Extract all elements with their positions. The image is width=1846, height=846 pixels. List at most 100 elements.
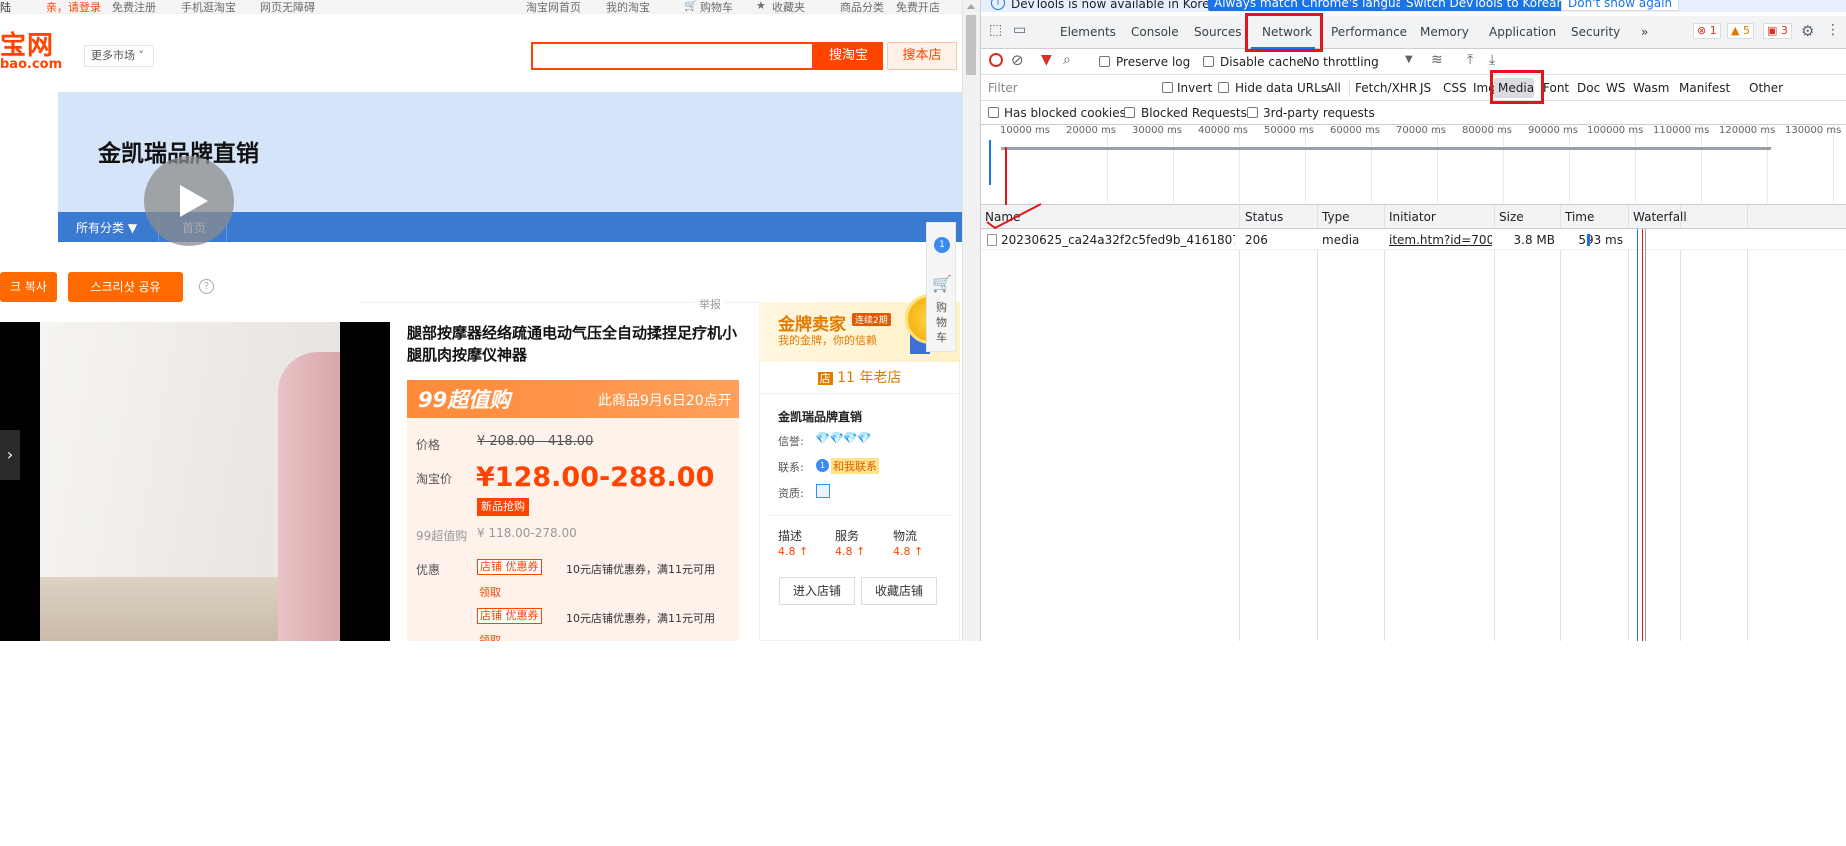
column-time[interactable]: Time: [1565, 210, 1594, 224]
table-scrollbar[interactable]: [1834, 410, 1846, 846]
disable-cache-checkbox[interactable]: [1203, 56, 1214, 67]
blocked-cookies-checkbox[interactable]: [988, 107, 999, 118]
column-status[interactable]: Status: [1245, 210, 1283, 224]
filter-css[interactable]: CSS: [1443, 81, 1467, 95]
dont-show-again-button[interactable]: Don't show again: [1561, 0, 1680, 11]
waterfall-bar[interactable]: [1587, 234, 1590, 246]
column-size[interactable]: Size: [1499, 210, 1524, 224]
column-type[interactable]: Type: [1322, 210, 1350, 224]
third-party-checkbox[interactable]: [1247, 107, 1258, 118]
side-badge[interactable]: 1: [934, 237, 950, 253]
register-link[interactable]: 免费注册: [112, 0, 156, 15]
warning-count-badge[interactable]: ▲ 5: [1727, 23, 1754, 39]
request-name[interactable]: 20230625_ca24a32f2c5fed9b_4161807440...: [1001, 233, 1235, 247]
free-shop-link[interactable]: 免费开店: [896, 0, 940, 15]
tab-performance[interactable]: Performance: [1331, 25, 1407, 39]
scrollbar-thumb[interactable]: [966, 15, 976, 75]
share-screenshot-button[interactable]: 스크리샷 공유: [68, 272, 183, 302]
accessible-link[interactable]: 网页无障碍: [260, 0, 315, 15]
filter-all[interactable]: All: [1326, 81, 1341, 95]
always-match-language-button[interactable]: Always match Chrome's language: [1208, 0, 1424, 11]
taobao-logo[interactable]: 宝网 bao.com: [0, 32, 62, 72]
filter-input[interactable]: Filter: [983, 78, 1148, 98]
blocked-requests-checkbox[interactable]: [1124, 107, 1135, 118]
my-taobao-link[interactable]: 我的淘宝: [606, 0, 650, 15]
cart-icon[interactable]: 🛒: [684, 0, 698, 12]
tab-application[interactable]: Application: [1489, 25, 1556, 39]
cart-link[interactable]: 购物车: [700, 0, 733, 15]
device-toolbar-icon[interactable]: ▭: [1013, 22, 1026, 38]
filter-doc[interactable]: Doc: [1577, 81, 1600, 95]
filter-js[interactable]: JS: [1420, 81, 1431, 95]
report-link[interactable]: 举报: [695, 296, 725, 312]
tab-sources[interactable]: Sources: [1194, 25, 1241, 39]
search-input[interactable]: [531, 42, 814, 70]
page-scrollbar[interactable]: [962, 0, 980, 641]
more-options-icon[interactable]: ⋮: [1826, 22, 1840, 38]
new-product-tag: 新品抢购: [477, 498, 529, 516]
switch-to-korean-button[interactable]: Switch DevTools to Korean: [1400, 0, 1571, 11]
more-tabs-icon[interactable]: »: [1641, 25, 1648, 39]
copy-link-button[interactable]: 크 복사: [0, 272, 57, 302]
network-overview-timeline[interactable]: 10000 ms 20000 ms 30000 ms 40000 ms 5000…: [981, 125, 1846, 205]
side-cart-label[interactable]: 购物车: [936, 300, 948, 345]
hide-data-urls-checkbox[interactable]: [1218, 82, 1229, 93]
mobile-link[interactable]: 手机逛淘宝: [181, 0, 236, 15]
taobao-home-link[interactable]: 淘宝网首页: [526, 0, 581, 15]
filter-other[interactable]: Other: [1749, 81, 1783, 95]
table-row[interactable]: 20230625_ca24a32f2c5fed9b_4161807440... …: [981, 229, 1846, 250]
logo-text: 宝网: [0, 31, 55, 61]
tab-security[interactable]: Security: [1571, 25, 1620, 39]
nav-all-categories[interactable]: 所有分类 ▼: [76, 219, 137, 236]
preserve-log-checkbox[interactable]: [1099, 56, 1110, 67]
filter-funnel-icon[interactable]: ▼: [1041, 52, 1052, 68]
throttling-select[interactable]: No throttling: [1303, 55, 1379, 69]
card-shop-name[interactable]: 金凯瑞品牌直销: [778, 408, 862, 425]
error-count: 1: [1709, 24, 1717, 37]
contact-link[interactable]: 和我联系: [831, 458, 879, 474]
network-conditions-icon[interactable]: ≋: [1431, 52, 1443, 68]
grid-line: [1371, 125, 1372, 205]
column-divider: [1239, 205, 1240, 641]
qualification-icon[interactable]: [816, 484, 830, 498]
filter-manifest[interactable]: Manifest: [1679, 81, 1730, 95]
request-initiator-link[interactable]: item.htm?id=700483...: [1389, 233, 1492, 247]
filter-ws[interactable]: WS: [1606, 81, 1625, 95]
invert-checkbox[interactable]: [1162, 82, 1173, 93]
search-icon[interactable]: ⌕: [1063, 52, 1071, 68]
tab-elements[interactable]: Elements: [1060, 25, 1116, 39]
settings-gear-icon[interactable]: ⚙: [1801, 22, 1814, 40]
search-shop-button[interactable]: 搜本店: [887, 42, 957, 70]
column-initiator[interactable]: Initiator: [1389, 210, 1436, 224]
categories-link[interactable]: 商品分类: [840, 0, 884, 15]
product-video[interactable]: [0, 322, 390, 641]
clear-icon[interactable]: ⊘: [1011, 51, 1024, 69]
tab-memory[interactable]: Memory: [1420, 25, 1469, 39]
export-har-icon[interactable]: ⤓: [1489, 52, 1495, 68]
filter-bar: Filter Invert Hide data URLs All Fetch/X…: [981, 75, 1846, 101]
filter-font[interactable]: Font: [1543, 81, 1569, 95]
coupon-get-link[interactable]: 领取: [479, 584, 501, 600]
more-market-dropdown[interactable]: 更多市场 ˅: [84, 45, 154, 67]
favorite-shop-button[interactable]: 收藏店铺: [861, 577, 937, 605]
dropdown-arrow-icon[interactable]: ▼: [1405, 54, 1413, 65]
inspect-element-icon[interactable]: ⬚: [989, 22, 1002, 38]
filter-fetch-xhr[interactable]: Fetch/XHR: [1355, 81, 1417, 95]
filter-wasm[interactable]: Wasm: [1633, 81, 1669, 95]
import-har-icon[interactable]: ⤒: [1467, 52, 1473, 68]
prev-arrow-icon[interactable]: ›: [0, 430, 20, 480]
waterfall-grid-line: [1645, 229, 1646, 641]
help-icon[interactable]: ?: [199, 279, 214, 294]
tab-console[interactable]: Console: [1131, 25, 1179, 39]
coupon-get-link[interactable]: 领取: [479, 632, 501, 641]
side-cart-icon[interactable]: 🛒: [932, 274, 952, 293]
record-icon[interactable]: [989, 53, 1003, 67]
issues-count-badge[interactable]: ▣ 3: [1763, 23, 1792, 39]
enter-shop-button[interactable]: 进入店铺: [779, 577, 855, 605]
scroll-up-icon[interactable]: [967, 4, 975, 9]
favorites-link[interactable]: 收藏夹: [772, 0, 805, 15]
error-count-badge[interactable]: ⊗ 1: [1693, 23, 1721, 39]
search-taobao-button[interactable]: 搜淘宝: [814, 42, 883, 70]
column-waterfall[interactable]: Waterfall: [1633, 210, 1687, 224]
login-link[interactable]: 亲，请登录: [46, 0, 101, 15]
